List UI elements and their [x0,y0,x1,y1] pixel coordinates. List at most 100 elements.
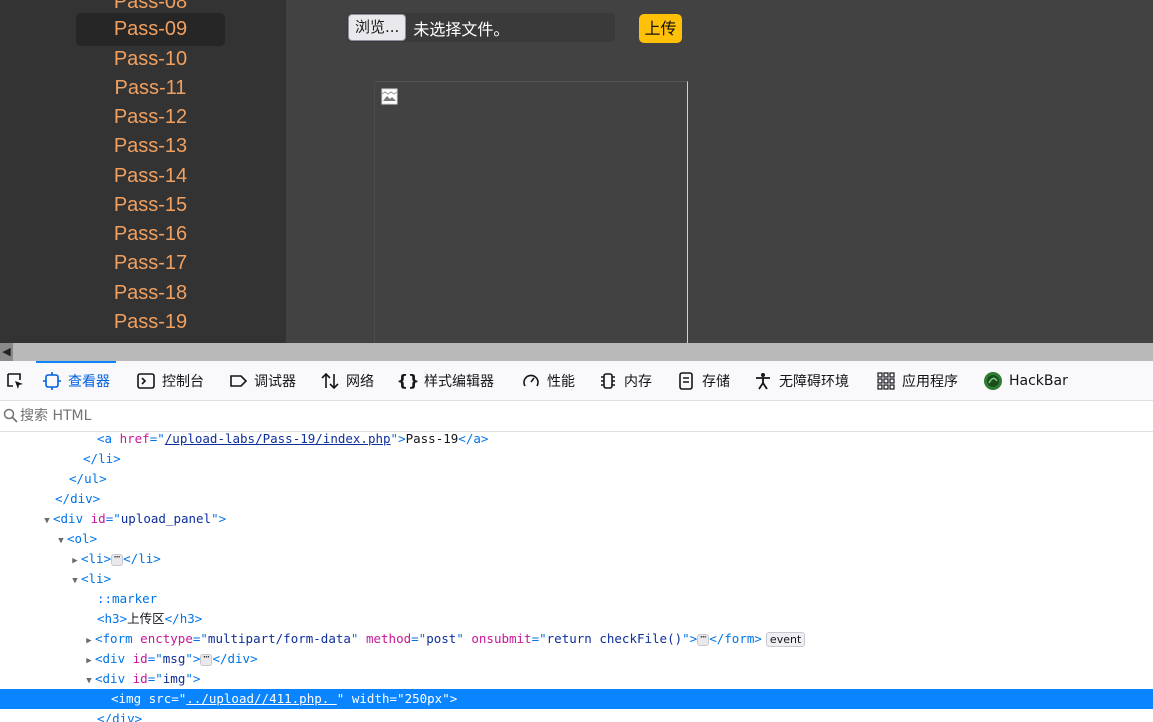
horizontal-scrollbar[interactable]: ◀ [0,343,1153,361]
devtools-toolbar: 查看器 控制台 调试器 网络 {} 样式编辑器 性能 内存 存储 无障碍环境 应… [0,361,1153,401]
tab-performance[interactable]: 性能 [521,361,575,400]
attr-value: post [426,631,457,646]
console-icon [136,371,156,391]
attr-value: msg [162,651,186,666]
sidebar-item-pass-19[interactable]: Pass-19 [76,306,225,339]
uploaded-image-frame [374,81,688,343]
tag-name: div [112,711,135,722]
tag-name: div [60,511,84,526]
browse-button[interactable]: 浏览... [348,14,407,41]
tree-node-form[interactable]: ▶ <form enctype="multipart/form-data" met… [0,629,1153,649]
tab-network[interactable]: 网络 [320,361,374,400]
tree-node-h3[interactable]: <h3>上传区</h3> [0,609,1153,629]
tab-label: 调试器 [254,373,296,390]
element-picker-icon[interactable] [0,361,30,400]
tag-name: h3 [104,611,120,626]
upload-button[interactable]: 上传 [639,14,682,43]
tab-storage[interactable]: 存储 [676,361,730,400]
collapse-triangle-icon[interactable]: ▶ [69,551,81,571]
attr-name: id [90,511,106,526]
tag-name: img [118,691,142,706]
tree-node-marker[interactable]: ::marker [0,589,1153,609]
tree-node-img-selected[interactable]: <img src="../upload//411.php. " width="2… [0,689,1153,709]
tab-debugger[interactable]: 调试器 [228,361,296,400]
broken-image-icon [381,88,398,105]
tag-name: ol [74,531,90,546]
html-search-bar [0,401,1153,432]
attr-name: id [132,651,148,666]
scroll-left-arrow-icon[interactable]: ◀ [0,343,13,361]
tag-name: a [104,432,113,446]
attr-value: return checkFile() [546,631,683,646]
tab-application[interactable]: 应用程序 [876,361,958,400]
attr-link[interactable]: /upload-labs/Pass-19/index.php [165,432,391,446]
accessibility-icon [753,371,773,391]
attr-name: href [119,432,150,446]
tag-name: div [70,491,93,506]
inspector-icon [42,371,62,391]
sidebar-item-pass-09[interactable]: Pass-09 [76,13,225,46]
sidebar: Pass-08 Pass-09 Pass-10 Pass-11 Pass-12 … [0,0,286,343]
tree-node-div-msg[interactable]: ▶ <div id="msg"> ⋯ </div> [0,649,1153,669]
expand-triangle-icon[interactable]: ▼ [69,571,81,591]
style-editor-icon: {} [396,371,420,390]
pseudo-element: ::marker [97,591,158,606]
tag-name: h3 [179,611,195,626]
tree-node-ul-close[interactable]: </ul> [0,469,1153,489]
expand-triangle-icon[interactable]: ▼ [83,671,95,691]
file-input[interactable]: 浏览... 未选择文件。 [347,13,615,42]
tag-name: a [473,432,481,446]
tree-node-upload-panel[interactable]: ▼ <div id="upload_panel"> [0,509,1153,529]
expand-triangle-icon[interactable]: ▼ [55,531,67,551]
hackbar-icon [983,371,1003,391]
search-html-input[interactable] [20,405,420,427]
tag-name: li [98,451,114,466]
event-badge[interactable]: event [765,632,806,647]
attr-value: multipart/form-data [207,631,351,646]
tab-memory[interactable]: 内存 [598,361,652,400]
tag-name: div [102,651,126,666]
ellipsis-icon[interactable]: ⋯ [111,552,124,566]
text-node: Pass-19 [405,432,459,446]
tab-label: 查看器 [68,373,110,390]
ellipsis-icon[interactable]: ⋯ [697,632,710,646]
attr-value: upload_panel [120,511,212,526]
tag-name: li [88,571,104,586]
tab-label: HackBar [1009,372,1068,389]
attr-link[interactable]: ../upload//411.php. [186,691,337,706]
sidebar-item-pass-13[interactable]: Pass-13 [76,130,225,163]
tree-node-div-img-close[interactable]: </div> [0,709,1153,722]
attr-name: id [132,671,148,686]
network-icon [320,371,340,391]
tree-node-li-collapsed[interactable]: ▶ <li> ⋯ </li> [0,549,1153,569]
ellipsis-icon[interactable]: ⋯ [200,652,213,666]
sidebar-item-pass-17[interactable]: Pass-17 [76,247,225,280]
storage-icon [676,371,696,391]
attr-name: src [148,691,172,706]
tag-name: li [138,551,154,566]
tab-inspector[interactable]: 查看器 [36,361,116,400]
tab-console[interactable]: 控制台 [136,361,204,400]
tab-label: 样式编辑器 [424,373,494,390]
application-icon [876,371,896,391]
attr-value: img [162,671,186,686]
tree-node-div-img[interactable]: ▼ <div id="img"> [0,669,1153,689]
debugger-icon [228,371,248,391]
tag-name: ul [84,471,100,486]
tab-label: 内存 [624,373,652,390]
memory-icon [598,371,618,391]
tree-node-li-close[interactable]: </li> [0,449,1153,469]
tree-node-a[interactable]: <a href="/upload-labs/Pass-19/index.php"… [0,432,1153,449]
tree-node-div-close[interactable]: </div> [0,489,1153,509]
tab-accessibility[interactable]: 无障碍环境 [753,361,849,400]
tree-node-li[interactable]: ▼ <li> [0,569,1153,589]
collapse-triangle-icon[interactable]: ▶ [83,651,95,671]
tab-style-editor[interactable]: {} 样式编辑器 [396,361,494,400]
attr-name: width [351,691,390,706]
devtools-panel: 查看器 控制台 调试器 网络 {} 样式编辑器 性能 内存 存储 无障碍环境 应… [0,361,1153,722]
expand-triangle-icon[interactable]: ▼ [41,511,53,531]
no-file-selected-text: 未选择文件。 [413,19,510,39]
tab-hackbar[interactable]: HackBar [983,361,1068,400]
collapse-triangle-icon[interactable]: ▶ [83,631,95,651]
tree-node-ol[interactable]: ▼ <ol> [0,529,1153,549]
